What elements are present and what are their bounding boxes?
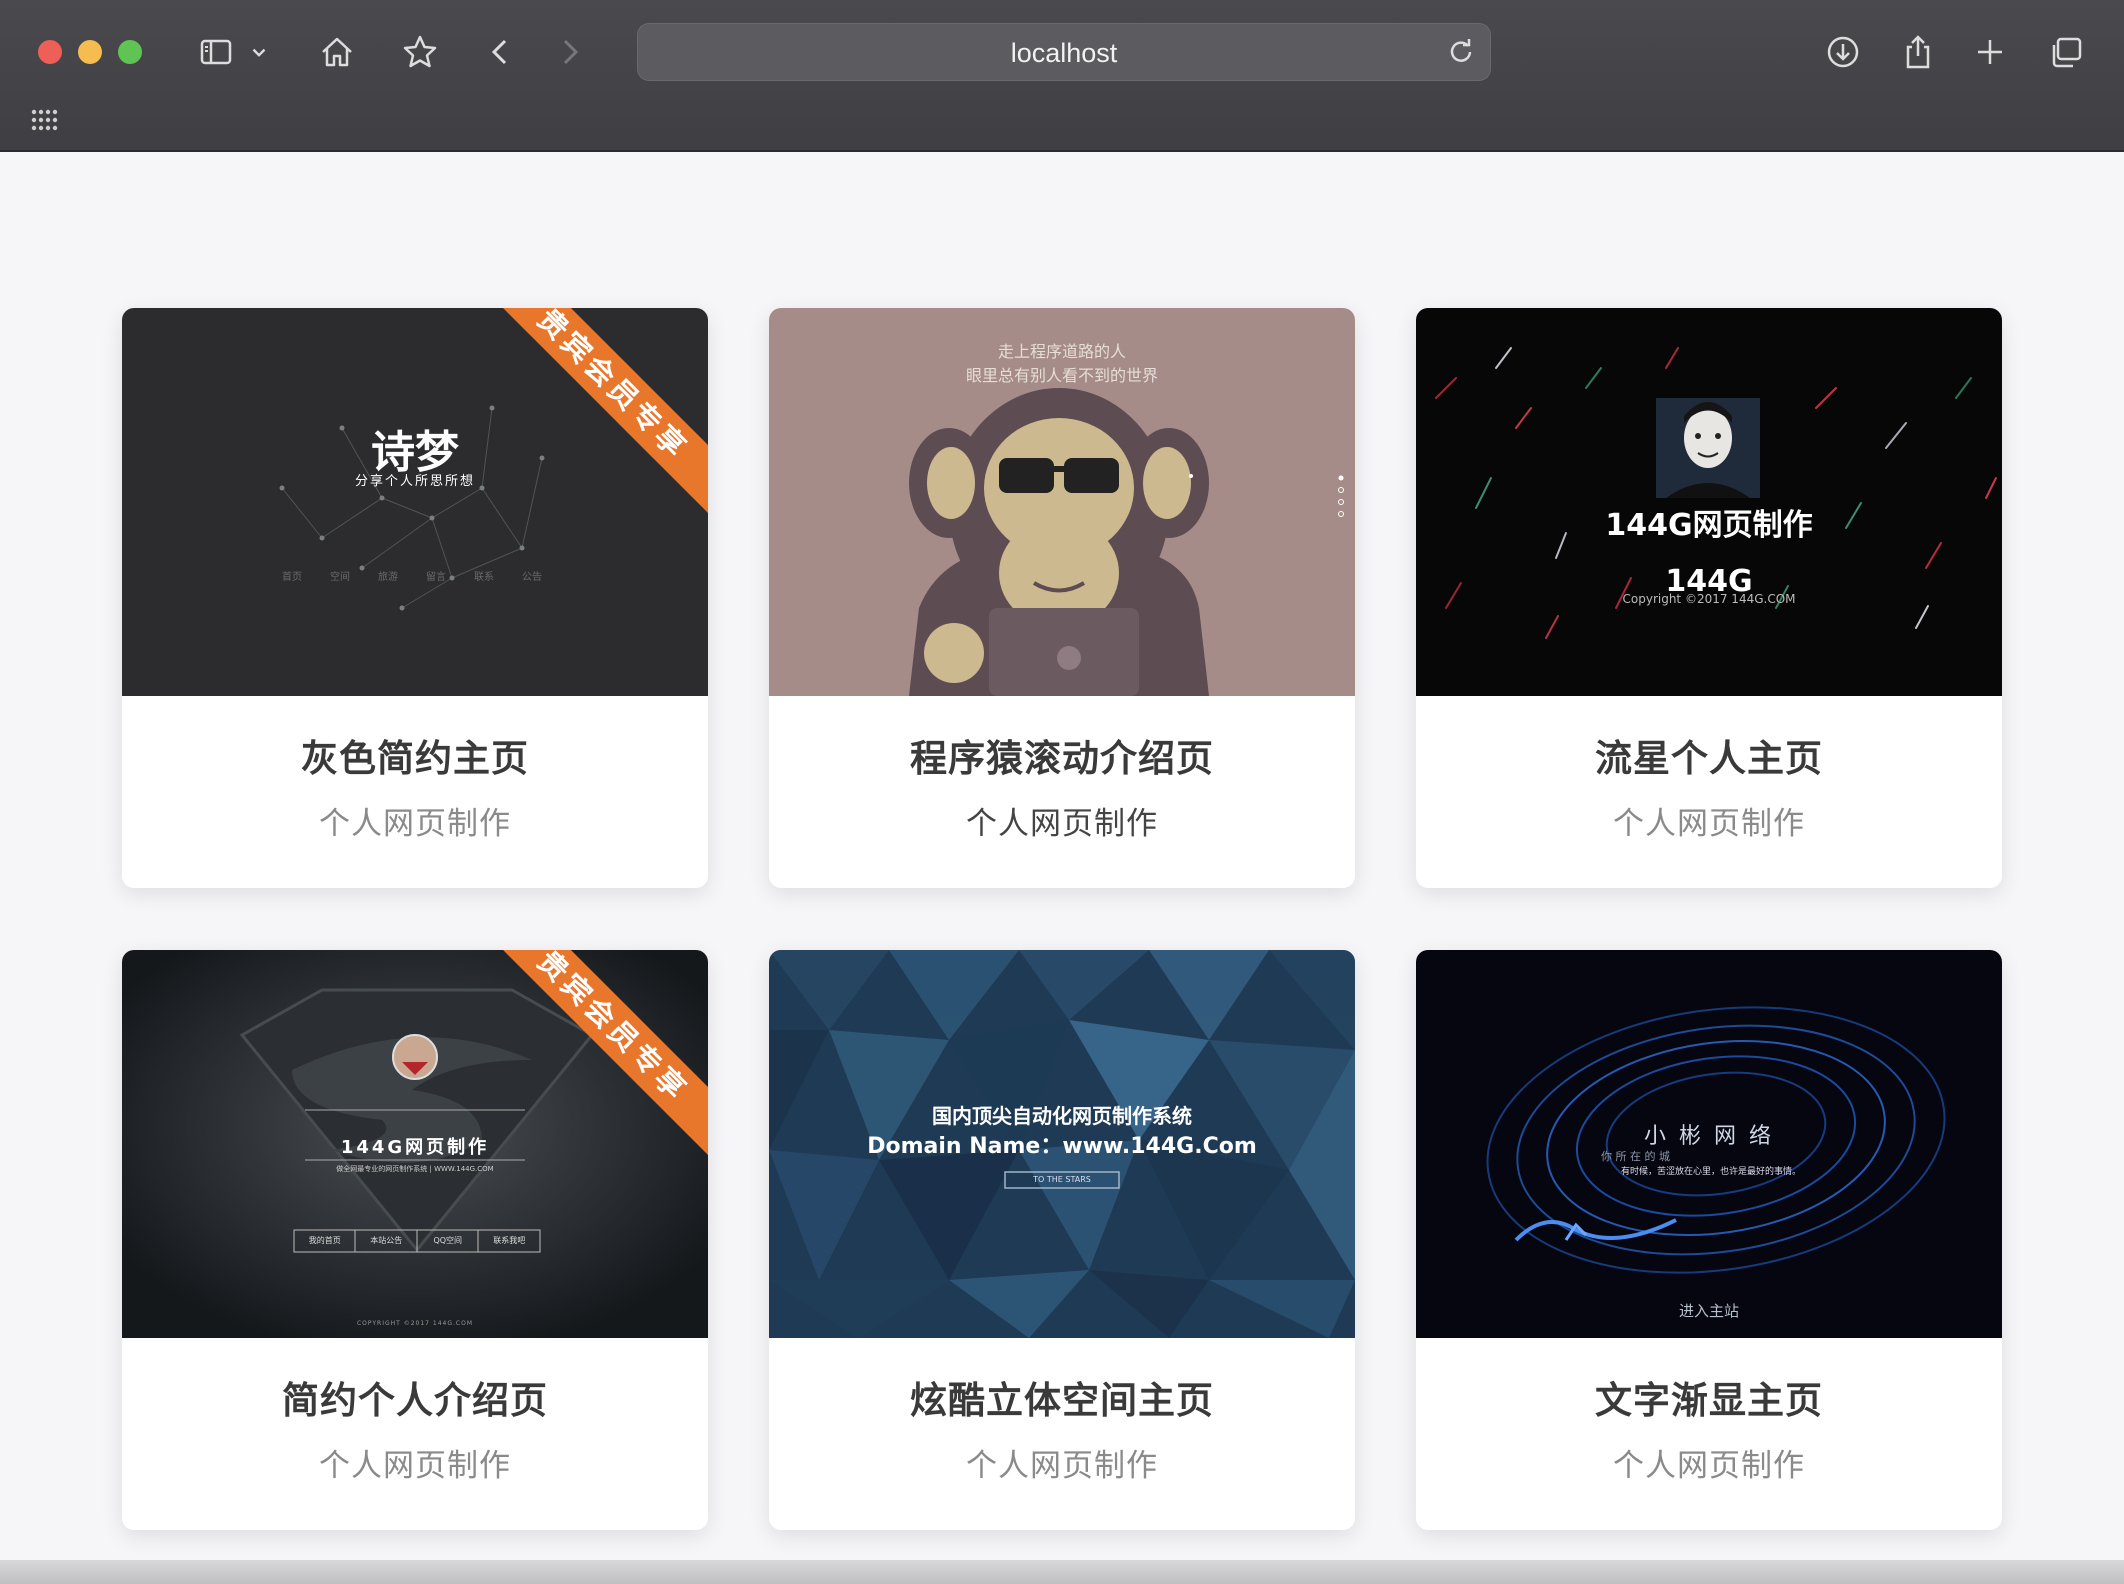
thumb-copyright: COPYRIGHT ©2017 144G.COM: [356, 1320, 473, 1327]
thumb-tagline: 分享个人所思所想: [354, 474, 475, 489]
thumb-line1: 你 所 在 的 城: [1601, 1150, 1670, 1163]
browser-toolbar: localhost: [0, 0, 2124, 152]
thumb-nav: 首页 空间 旅游 留言 联系 公告: [282, 568, 542, 583]
reload-icon[interactable]: [1446, 36, 1476, 66]
template-card[interactable]: 诗梦 分享个人所思所想 首页 空间 旅游 留言 联系 公告 贵宾会员专享 灰色简…: [122, 308, 708, 888]
card-title[interactable]: 文字渐显主页: [1416, 1370, 2002, 1424]
forward-icon[interactable]: [546, 28, 594, 76]
thumb-line2: 眼里总有别人看不到的世界: [965, 366, 1158, 385]
card-subtitle: 个人网页制作: [319, 1448, 511, 1484]
apps-grid-icon[interactable]: [30, 108, 60, 132]
thumb-line1: 走上程序道路的人: [997, 342, 1126, 361]
thumb-nav-item: 联系我吧: [493, 1236, 526, 1245]
home-icon[interactable]: [313, 28, 361, 76]
card-thumbnail[interactable]: 走上程序道路的人 眼里总有别人看不到的世界: [769, 308, 1355, 696]
card-thumbnail[interactable]: 诗梦 分享个人所思所想 首页 空间 旅游 留言 联系 公告 贵宾会员专享: [122, 308, 708, 696]
thumb-button: TO THE STARS: [1033, 1175, 1091, 1184]
address-bar[interactable]: localhost: [637, 23, 1491, 81]
sidebar-icon[interactable]: [192, 28, 240, 76]
thumb-line2: 有时候，苦涩放在心里，也许是最好的事情。: [1621, 1167, 1802, 1177]
download-icon[interactable]: [1819, 28, 1867, 76]
minimize-window-button[interactable]: [78, 40, 102, 64]
card-thumbnail[interactable]: 144G网页制作 144G Copyright ©2017 144G.COM: [1416, 308, 2002, 696]
back-icon[interactable]: [476, 28, 524, 76]
new-tab-icon[interactable]: [1966, 28, 2014, 76]
template-card[interactable]: 144G网页制作 144G Copyright ©2017 144G.COM 流…: [1416, 308, 2002, 888]
card-title[interactable]: 简约个人介绍页: [122, 1370, 708, 1424]
thumb-nav-item: 联系: [474, 572, 494, 583]
window-controls: [38, 40, 142, 64]
star-icon[interactable]: [396, 28, 444, 76]
thumb-nav-item: 我的首页: [308, 1236, 341, 1245]
tabs-overview-icon[interactable]: [2042, 28, 2090, 76]
template-card[interactable]: 走上程序道路的人 眼里总有别人看不到的世界 程序猿滚动介绍页 个人网页制作: [769, 308, 1355, 888]
thumb-nav-item: 留言: [426, 572, 446, 583]
card-title[interactable]: 程序猿滚动介绍页: [769, 728, 1355, 782]
card-thumbnail[interactable]: 国内顶尖自动化网页制作系统 Domain Name：www.144G.Com T…: [769, 950, 1355, 1338]
thumb-nav-item: 本站公告: [370, 1236, 403, 1245]
close-window-button[interactable]: [38, 40, 62, 64]
card-title[interactable]: 炫酷立体空间主页: [769, 1370, 1355, 1424]
card-subtitle: 个人网页制作: [966, 1448, 1158, 1484]
card-thumbnail[interactable]: 144G网页制作 做全网最专业的网页制作系统 | WWW.144G.COM 我的…: [122, 950, 708, 1338]
maximize-window-button[interactable]: [118, 40, 142, 64]
thumb-nav-item: 空间: [330, 572, 350, 583]
thumb-line2: Domain Name：www.144G.Com: [867, 1134, 1257, 1159]
template-card[interactable]: 国内顶尖自动化网页制作系统 Domain Name：www.144G.Com T…: [769, 950, 1355, 1530]
thumb-nav: 我的首页 本站公告 QQ空间 联系我吧: [294, 1235, 540, 1246]
card-subtitle: 个人网页制作: [966, 806, 1158, 842]
card-subtitle: 个人网页制作: [1613, 1448, 1805, 1484]
thumb-heading: 小 彬 网 络: [1644, 1124, 1774, 1149]
thumb-link: 进入主站: [1678, 1302, 1739, 1320]
thumb-heading: 144G网页制作: [1605, 508, 1813, 543]
thumb-tagline: 做全网最专业的网页制作系统 | WWW.144G.COM: [336, 1165, 494, 1173]
thumb-line1: 国内顶尖自动化网页制作系统: [932, 1104, 1192, 1128]
card-subtitle: 个人网页制作: [319, 806, 511, 842]
window-bottom-edge: [0, 1560, 2124, 1584]
card-title[interactable]: 灰色简约主页: [122, 728, 708, 782]
template-card[interactable]: 小 彬 网 络 你 所 在 的 城 有时候，苦涩放在心里，也许是最好的事情。 进…: [1416, 950, 2002, 1530]
thumb-heading: 144G网页制作: [340, 1137, 490, 1158]
card-thumbnail[interactable]: 小 彬 网 络 你 所 在 的 城 有时候，苦涩放在心里，也许是最好的事情。 进…: [1416, 950, 2002, 1338]
thumb-nav-item: QQ空间: [433, 1236, 463, 1245]
card-subtitle: 个人网页制作: [1613, 806, 1805, 842]
chevron-down-icon[interactable]: [244, 28, 274, 76]
thumb-nav-item: 首页: [282, 572, 302, 583]
thumb-nav-item: 旅游: [378, 572, 398, 583]
thumb-nav-item: 公告: [522, 572, 542, 583]
template-card[interactable]: 144G网页制作 做全网最专业的网页制作系统 | WWW.144G.COM 我的…: [122, 950, 708, 1530]
card-title[interactable]: 流星个人主页: [1416, 728, 2002, 782]
url-text[interactable]: localhost: [638, 38, 1490, 69]
share-icon[interactable]: [1894, 28, 1942, 76]
thumb-copyright: Copyright ©2017 144G.COM: [1622, 592, 1796, 606]
